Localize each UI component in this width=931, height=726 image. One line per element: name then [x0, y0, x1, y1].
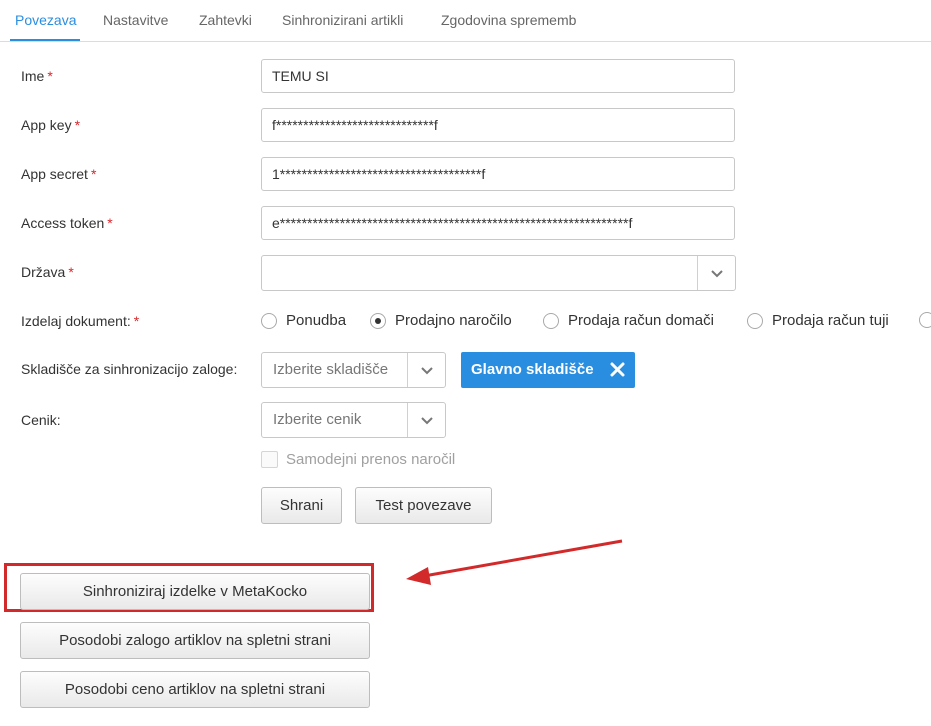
app-secret-input[interactable]: [261, 157, 735, 191]
radio-label: Prodajno naročilo: [395, 312, 512, 329]
sync-products-button[interactable]: Sinhroniziraj izdelke v MetaKocko: [20, 573, 370, 610]
app-secret-label-text: App secret: [21, 166, 88, 182]
skladisce-selected-tag: Glavno skladišče: [461, 352, 635, 388]
radio-button[interactable]: [543, 312, 559, 329]
app-key-input[interactable]: [261, 108, 735, 142]
annotation-arrow-icon: [406, 539, 623, 585]
close-icon[interactable]: [610, 362, 625, 377]
tab-bar: Povezava Nastavitve Zahtevki Sinhronizir…: [0, 0, 931, 42]
ime-label-text: Ime: [21, 68, 45, 84]
required-marker: *: [74, 117, 81, 133]
radio-ponudba[interactable]: Ponudba: [261, 312, 346, 329]
chevron-down-icon[interactable]: [419, 412, 435, 428]
required-marker: *: [68, 264, 74, 280]
radio-button[interactable]: [747, 312, 763, 329]
izdelaj-dokument-label-text: Izdelaj dokument:: [21, 313, 131, 329]
required-marker: *: [90, 166, 97, 182]
update-stock-button[interactable]: Posodobi zalogo artiklov na spletni stra…: [20, 622, 370, 659]
skladisce-select[interactable]: Izberite skladišče: [261, 352, 446, 388]
radio-partial-next[interactable]: [919, 312, 931, 328]
radio-prodaja-racun-domaci[interactable]: Prodaja račun domači: [543, 312, 714, 329]
skladisce-placeholder: Izberite skladišče: [273, 361, 389, 378]
radio-button-selected[interactable]: [370, 312, 386, 329]
drzava-label-text: Država: [21, 264, 66, 280]
update-price-button[interactable]: Posodobi ceno artiklov na spletni strani: [20, 671, 370, 708]
active-tab-indicator: [10, 39, 80, 41]
radio-button[interactable]: [261, 312, 277, 329]
required-marker: *: [133, 313, 140, 329]
radio-label: Ponudba: [286, 312, 347, 329]
samodejni-prenos-checkbox[interactable]: [261, 451, 278, 468]
access-token-input[interactable]: [261, 206, 735, 240]
tab-zgodovina-sprememb[interactable]: Zgodovina sprememb: [441, 12, 576, 28]
select-divider: [407, 403, 408, 437]
drzava-select[interactable]: [261, 255, 736, 291]
radio-prodajno-narocilo[interactable]: Prodajno naročilo: [370, 312, 512, 329]
ime-label: Ime *: [21, 68, 53, 84]
tab-povezava[interactable]: Povezava: [15, 12, 76, 28]
cenik-label: Cenik:: [21, 412, 61, 428]
samodejni-prenos-row: Samodejni prenos naročil: [261, 451, 455, 468]
drzava-label: Država *: [21, 264, 74, 280]
app-key-label: App key *: [21, 117, 80, 133]
test-connection-button[interactable]: Test povezave: [355, 487, 492, 524]
radio-label: Prodaja račun tuji: [772, 312, 889, 329]
save-button[interactable]: Shrani: [261, 487, 342, 524]
select-divider: [407, 353, 408, 387]
required-marker: *: [47, 68, 53, 84]
chevron-down-icon[interactable]: [419, 362, 435, 378]
skladisce-label: Skladišče za sinhronizacijo zaloge:: [21, 361, 238, 377]
tab-sinhronizirani-artikli[interactable]: Sinhronizirani artikli: [282, 12, 403, 28]
samodejni-prenos-label: Samodejni prenos naročil: [286, 451, 456, 468]
select-divider: [697, 256, 698, 290]
tab-zahtevki[interactable]: Zahtevki: [199, 12, 252, 28]
app-secret-label: App secret *: [21, 166, 96, 182]
required-marker: *: [107, 215, 113, 231]
izdelaj-dokument-label: Izdelaj dokument: *: [21, 313, 139, 329]
access-token-label-text: Access token: [21, 215, 105, 231]
access-token-label: Access token *: [21, 215, 113, 231]
tab-nastavitve[interactable]: Nastavitve: [103, 12, 168, 28]
cenik-select[interactable]: Izberite cenik: [261, 402, 446, 438]
tag-label: Glavno skladišče: [471, 361, 594, 378]
radio-prodaja-racun-tuji[interactable]: Prodaja račun tuji: [747, 312, 889, 329]
app-key-label-text: App key: [21, 117, 72, 133]
chevron-down-icon[interactable]: [709, 265, 725, 281]
radio-button[interactable]: [919, 312, 931, 328]
ime-input[interactable]: [261, 59, 735, 93]
cenik-placeholder: Izberite cenik: [273, 411, 362, 428]
radio-label: Prodaja račun domači: [568, 312, 714, 329]
